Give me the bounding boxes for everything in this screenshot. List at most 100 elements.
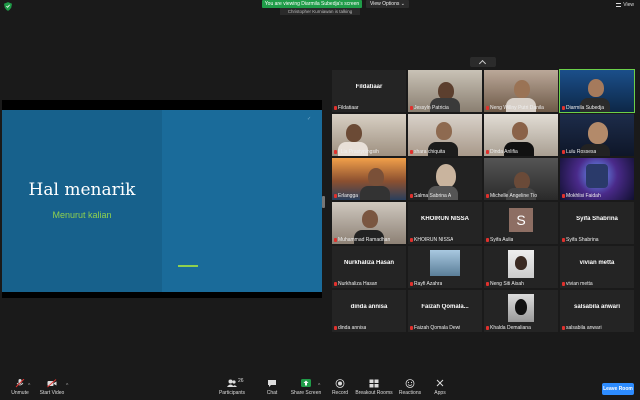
participant-display-name: Faizah Qomala... bbox=[421, 304, 469, 310]
share-screen-label: Share Screen bbox=[290, 390, 322, 396]
audio-options-caret[interactable]: ^ bbox=[28, 383, 30, 389]
breakout-rooms-label: Breakout Rooms bbox=[355, 390, 393, 396]
participant-face bbox=[436, 122, 452, 140]
unmute-label: Unmute bbox=[11, 390, 29, 396]
participant-face bbox=[436, 164, 456, 188]
muted-mic-icon bbox=[410, 281, 413, 286]
apps-label: Apps bbox=[434, 390, 446, 396]
participant-face bbox=[512, 122, 528, 140]
participant-photo bbox=[430, 250, 460, 276]
participant-name: Nurkhaliza Hasan bbox=[334, 281, 377, 287]
record-label: Record bbox=[331, 390, 349, 396]
presentation-slide: Hal menarik Menurut kalian ✓ bbox=[2, 110, 322, 292]
muted-mic-icon bbox=[334, 325, 337, 330]
speaking-indicator: Christopher Kurniawan is talking bbox=[280, 8, 360, 15]
participant-tile[interactable]: Khalda Demaliana bbox=[484, 290, 558, 332]
apps-button[interactable]: Apps bbox=[420, 379, 460, 396]
muted-mic-icon bbox=[486, 193, 489, 198]
participant-tile[interactable]: shara chiquita bbox=[408, 114, 482, 156]
view-label: View bbox=[623, 2, 634, 8]
chat-label: Chat bbox=[266, 390, 278, 396]
participant-display-name: Syifa Shabrina bbox=[576, 216, 618, 222]
participant-name: dinda annisa bbox=[334, 325, 366, 331]
participant-name: Muhammad Ramadhan bbox=[334, 237, 390, 243]
participant-name: Syifa Shabrina bbox=[562, 237, 599, 243]
video-off-icon bbox=[47, 379, 57, 388]
muted-mic-icon bbox=[562, 325, 565, 330]
muted-mic-icon bbox=[334, 237, 337, 242]
muted-mic-icon bbox=[562, 149, 565, 154]
muted-mic-icon bbox=[334, 193, 337, 198]
view-grid-icon bbox=[616, 2, 622, 7]
slide-accent-line bbox=[178, 265, 198, 267]
participant-name: Michelle Angeline Tio bbox=[486, 193, 537, 199]
video-options-caret[interactable]: ^ bbox=[66, 383, 68, 389]
breakout-rooms-button[interactable]: Breakout Rooms bbox=[354, 379, 394, 396]
participant-tile[interactable]: Neng Willny Putri Danila bbox=[484, 70, 558, 112]
participant-name: KHOIRUN NISSA bbox=[410, 237, 453, 243]
participant-tile[interactable]: dinda annisa dinda annisa bbox=[332, 290, 406, 332]
muted-mic-icon bbox=[486, 149, 489, 154]
participant-tile[interactable]: Mokhlisi Faidah bbox=[560, 158, 634, 200]
participant-tile[interactable]: Michelle Angeline Tio bbox=[484, 158, 558, 200]
collapse-gallery-button[interactable] bbox=[470, 57, 496, 68]
start-video-label: Start Video bbox=[39, 390, 65, 396]
participant-tile[interactable]: Nurkhaliza Hasan Nurkhaliza Hasan bbox=[332, 246, 406, 288]
view-button[interactable]: View bbox=[616, 1, 634, 9]
participant-photo bbox=[508, 250, 534, 278]
panel-splitter-handle[interactable] bbox=[322, 196, 325, 208]
participant-tile[interactable]: salsabila anwari salsabila anwari bbox=[560, 290, 634, 332]
participant-gallery: Fildatiaar Fildatiaar Jessyln Patricia N… bbox=[332, 69, 635, 332]
participant-face bbox=[514, 80, 530, 98]
participant-tile[interactable]: vivian metta vivian metta bbox=[560, 246, 634, 288]
participant-tile-active-speaker[interactable]: Diarmila Subedja bbox=[559, 69, 635, 113]
muted-mic-icon bbox=[562, 193, 565, 198]
muted-mic-icon bbox=[486, 105, 489, 110]
participant-tile[interactable]: Neng Siti Aisah bbox=[484, 246, 558, 288]
participant-name: Neng Willny Putri Danila bbox=[486, 105, 544, 111]
participant-tile[interactable]: Lulu Rossesa bbox=[560, 114, 634, 156]
screen-share-banner: You are viewing Diarmila Subedja's scree… bbox=[262, 0, 362, 8]
participant-face bbox=[588, 122, 608, 144]
participant-tile[interactable]: KHOIRUN NISSA KHOIRUN NISSA bbox=[408, 202, 482, 244]
participant-tile[interactable]: Erlangga bbox=[332, 158, 406, 200]
muted-mic-icon bbox=[334, 105, 337, 110]
participant-display-name: vivian metta bbox=[579, 260, 615, 266]
leave-room-button[interactable]: Leave Room bbox=[602, 383, 634, 395]
participant-tile[interactable]: Jessyln Patricia bbox=[408, 70, 482, 112]
participant-tile[interactable]: S Syifa Aulia bbox=[484, 202, 558, 244]
participant-name: salsabila anwari bbox=[562, 325, 602, 331]
participant-face bbox=[515, 299, 527, 315]
muted-mic-icon bbox=[334, 149, 337, 154]
shield-icon[interactable] bbox=[4, 2, 12, 11]
participant-name: Syifa Aulia bbox=[486, 237, 513, 243]
muted-mic-icon bbox=[486, 281, 489, 286]
participant-tile[interactable]: Dinda Anlifia bbox=[484, 114, 558, 156]
participant-tile[interactable]: Salma Sabrina A bbox=[408, 158, 482, 200]
participant-tile[interactable]: Syifa Shabrina Syifa Shabrina bbox=[560, 202, 634, 244]
participant-tile[interactable]: I Lia Prastyningsih bbox=[332, 114, 406, 156]
participant-display-name: Nurkhaliza Hasan bbox=[343, 260, 395, 266]
participants-icon bbox=[227, 379, 237, 387]
share-screen-icon bbox=[301, 379, 311, 387]
view-options-button[interactable]: View Options ⌄ bbox=[366, 0, 409, 8]
participant-name: shara chiquita bbox=[410, 149, 445, 155]
participant-avatar: S bbox=[509, 208, 533, 232]
participant-name: Neng Siti Aisah bbox=[486, 281, 524, 287]
muted-microphone-icon bbox=[15, 379, 25, 388]
participant-face bbox=[346, 124, 362, 142]
reactions-icon bbox=[405, 379, 415, 388]
participants-count: 26 bbox=[238, 378, 244, 384]
apps-icon bbox=[436, 379, 444, 387]
participant-display-name: Fildatiaar bbox=[355, 84, 383, 90]
participant-display-name: salsabila anwari bbox=[573, 304, 621, 310]
participant-name: Dinda Anlifia bbox=[486, 149, 518, 155]
participant-tile[interactable]: Faizah Qomala... Faizah Qomala Dewi bbox=[408, 290, 482, 332]
participant-name: Faizah Qomala Dewi bbox=[410, 325, 460, 331]
participant-tile[interactable]: Fildatiaar Fildatiaar bbox=[332, 70, 406, 112]
participant-tile[interactable]: Muhammad Ramadhan bbox=[332, 202, 406, 244]
participants-button[interactable]: Participants bbox=[212, 379, 252, 396]
breakout-rooms-icon bbox=[369, 379, 379, 388]
participant-name: Diarmila Subedja bbox=[562, 105, 604, 111]
participant-tile[interactable]: Rayfi Azahra bbox=[408, 246, 482, 288]
